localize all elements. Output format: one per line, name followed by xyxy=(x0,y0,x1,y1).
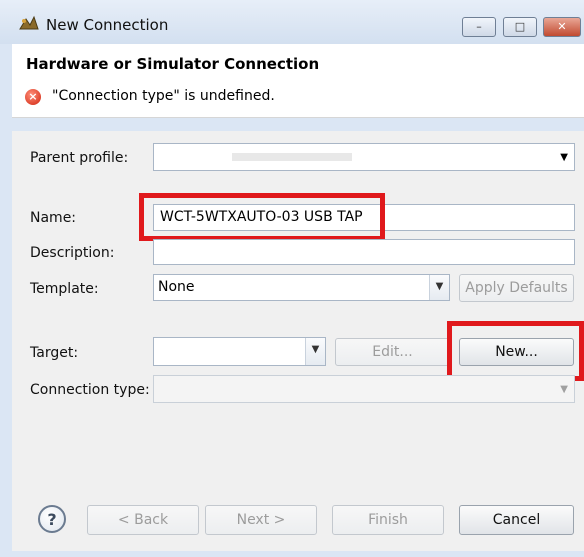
minimize-button[interactable]: – xyxy=(462,17,496,37)
parent-profile-label: Parent profile: xyxy=(30,150,129,166)
connection-type-select[interactable]: ▼ xyxy=(153,375,575,403)
apply-defaults-button[interactable]: Apply Defaults xyxy=(459,274,574,302)
maximize-button[interactable]: □ xyxy=(503,17,537,37)
chevron-down-icon: ▼ xyxy=(560,384,568,395)
connection-type-label: Connection type: xyxy=(30,382,150,398)
page-title: Hardware or Simulator Connection xyxy=(26,55,320,73)
description-field[interactable] xyxy=(153,239,575,265)
chevron-down-icon[interactable]: ▼ xyxy=(305,338,325,365)
help-icon[interactable]: ? xyxy=(38,505,66,533)
window-title: New Connection xyxy=(46,16,169,34)
error-icon: × xyxy=(25,89,41,105)
template-select[interactable]: None ▼ xyxy=(153,274,450,301)
next-button[interactable]: Next > xyxy=(205,505,317,535)
cancel-button[interactable]: Cancel xyxy=(459,505,574,535)
new-highlight-box xyxy=(447,321,584,381)
finish-button[interactable]: Finish xyxy=(332,505,444,535)
app-icon xyxy=(19,15,39,30)
target-label: Target: xyxy=(30,345,79,361)
form-panel xyxy=(12,131,584,481)
target-select[interactable]: ▼ xyxy=(153,337,326,366)
parent-profile-select[interactable]: ▼ xyxy=(153,143,575,171)
chevron-down-icon: ▼ xyxy=(560,152,568,163)
back-button[interactable]: < Back xyxy=(87,505,199,535)
edit-target-button[interactable]: Edit... xyxy=(335,338,450,366)
name-highlight-box xyxy=(139,193,385,241)
name-label: Name: xyxy=(30,210,77,226)
description-label: Description: xyxy=(30,245,115,261)
error-message: "Connection type" is undefined. xyxy=(52,88,275,104)
template-label: Template: xyxy=(30,281,99,297)
chevron-down-icon[interactable]: ▼ xyxy=(429,275,449,300)
close-button[interactable]: ✕ xyxy=(543,17,581,37)
template-value: None xyxy=(158,279,195,295)
parent-profile-selection-strip xyxy=(232,153,352,161)
